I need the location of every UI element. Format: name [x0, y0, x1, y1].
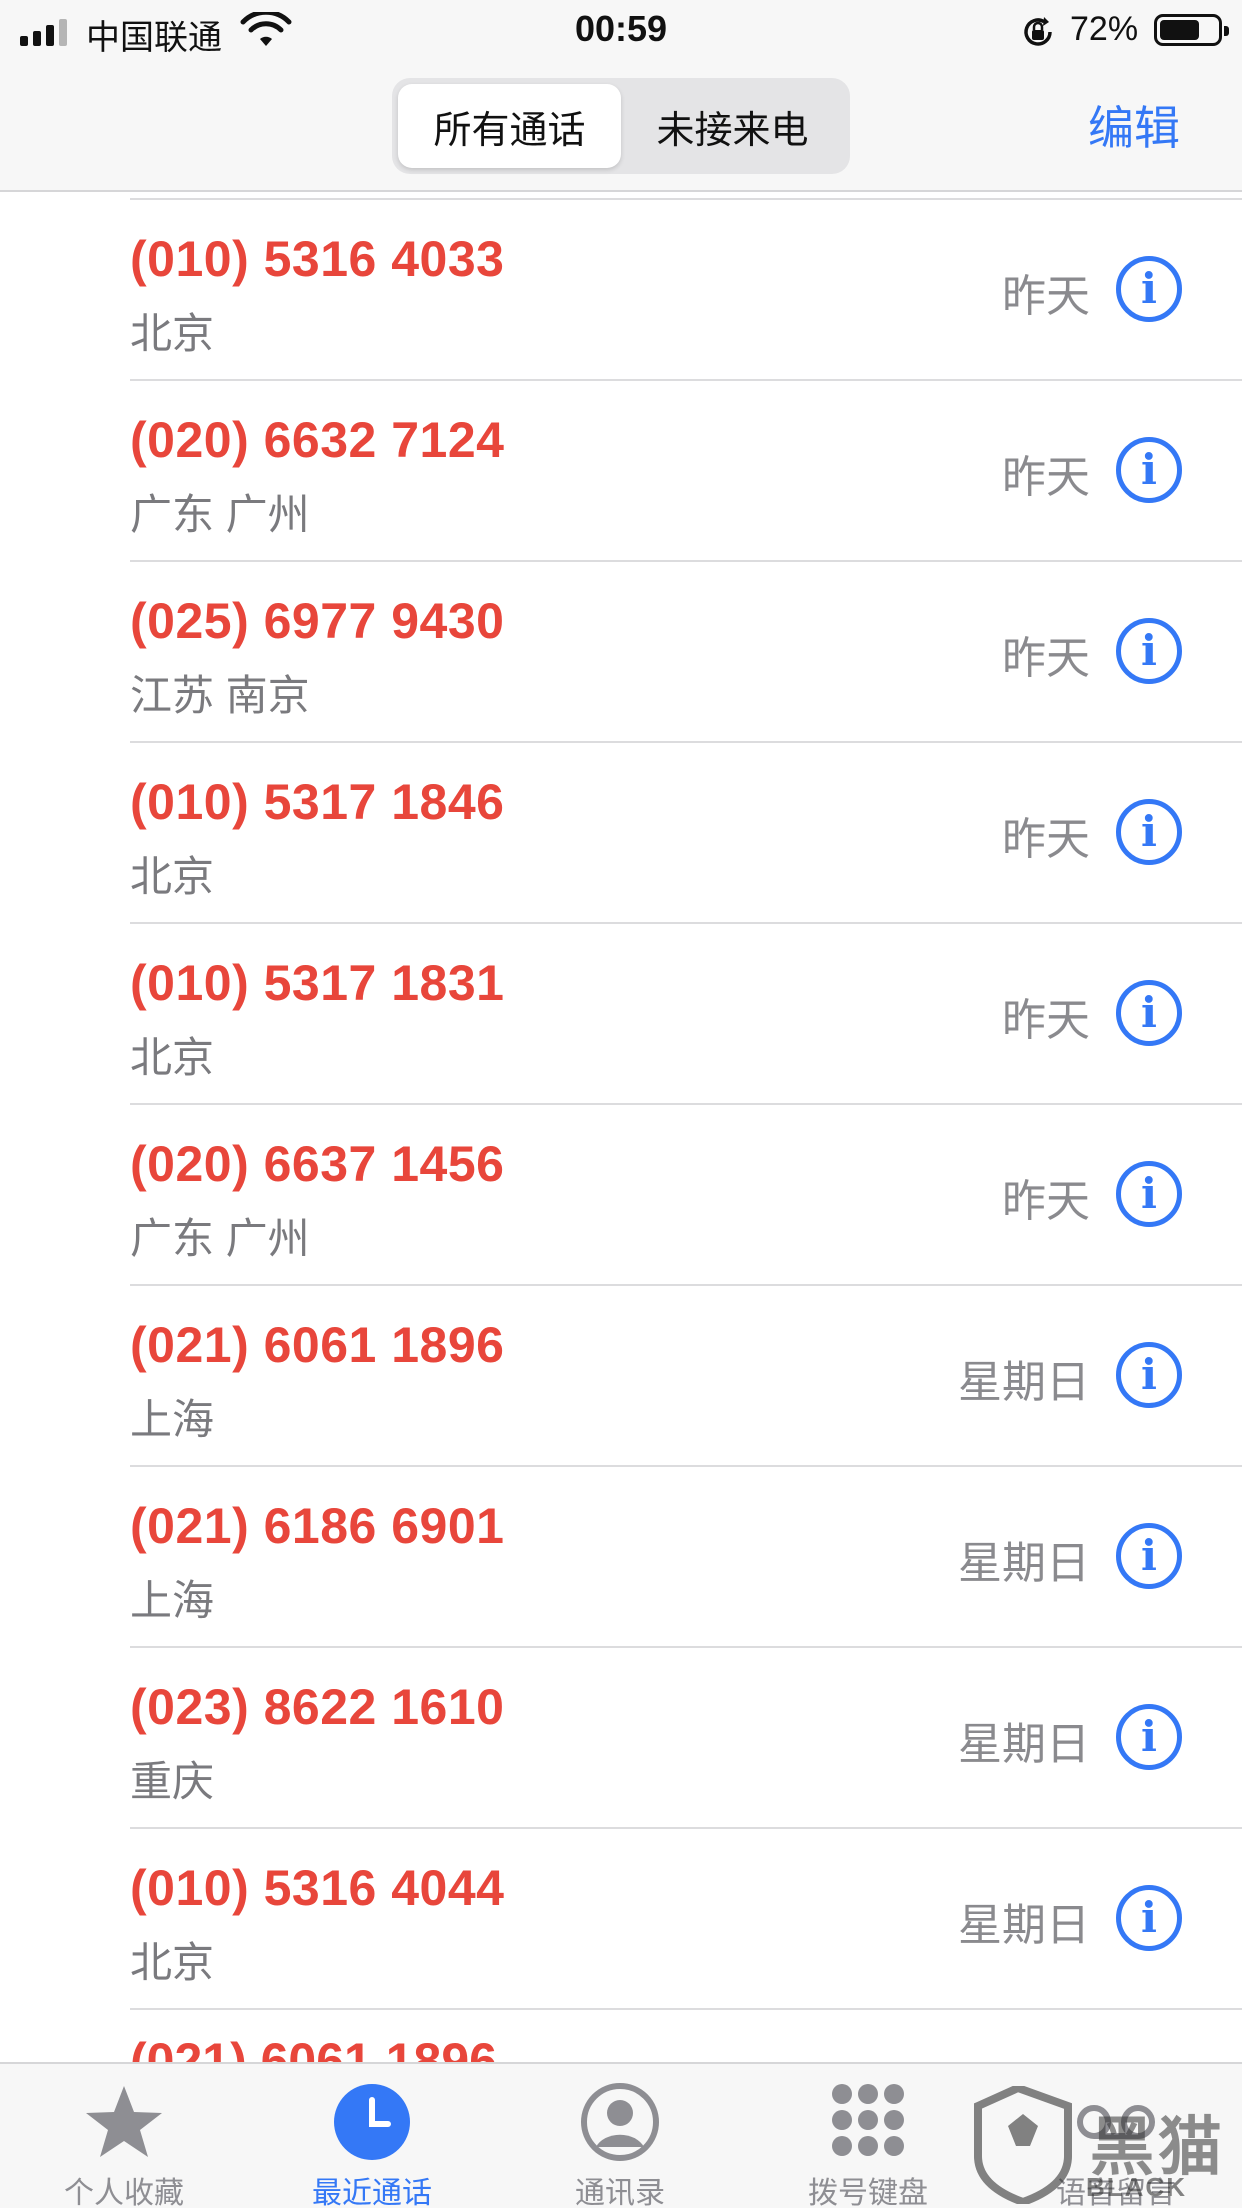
info-glyph: i — [1141, 1350, 1157, 1399]
call-number: (010) 5316 4044 — [130, 1860, 505, 1916]
call-row[interactable]: (010) 5316 4044 北京 星期日 i — [0, 1829, 1242, 2010]
call-row[interactable]: (020) 6637 1456 广东 广州 昨天 i — [0, 1105, 1242, 1286]
call-location: 北京 — [130, 310, 215, 357]
tab-keypad[interactable]: 拨号键盘 — [768, 2078, 968, 2208]
info-icon[interactable]: i — [1116, 1885, 1182, 1951]
call-row[interactable]: (010) 5317 1846 北京 昨天 i — [0, 743, 1242, 924]
clock-icon — [334, 2084, 410, 2160]
call-location: 重庆 — [130, 1758, 215, 1805]
info-icon[interactable]: i — [1116, 256, 1182, 322]
keypad-icon — [832, 2084, 904, 2156]
call-time: 昨天 — [1002, 1177, 1090, 1226]
call-number: (020) 6632 7124 — [130, 412, 505, 468]
call-row[interactable]: (025) 6977 9430 江苏 南京 昨天 i — [0, 562, 1242, 743]
call-number: (010) 5317 1846 — [130, 774, 505, 830]
info-icon[interactable]: i — [1116, 1161, 1182, 1227]
tab-recents[interactable]: 最近通话 — [272, 2078, 472, 2208]
call-location: 北京 — [130, 853, 215, 900]
segment-all-calls[interactable]: 所有通话 — [398, 84, 621, 168]
call-row[interactable]: (010) 5317 1831 北京 昨天 i — [0, 924, 1242, 1105]
call-time: 昨天 — [1002, 634, 1090, 683]
call-location: 北京 — [130, 1034, 215, 1081]
tab-label: 最近通话 — [312, 2177, 432, 2208]
battery-cap — [1224, 26, 1229, 36]
call-number: (025) 6977 9430 — [130, 593, 505, 649]
call-number: (023) 8622 1610 — [130, 1679, 505, 1735]
call-filter-segmented-control: 所有通话 未接来电 — [392, 78, 850, 174]
tab-label: 个人收藏 — [64, 2177, 184, 2208]
info-glyph: i — [1141, 807, 1157, 856]
call-location: 上海 — [130, 1396, 215, 1443]
recent-calls-list[interactable]: (010) 5316 4033 北京 昨天 i (020) 6632 7124 广东 广州… — [0, 192, 1242, 2062]
info-glyph: i — [1141, 626, 1157, 675]
call-row[interactable]: (020) 6632 7124 广东 广州 昨天 i — [0, 381, 1242, 562]
battery-fill — [1160, 20, 1199, 40]
call-number: (021) 6186 6901 — [130, 1498, 505, 1554]
call-time: 昨天 — [1002, 996, 1090, 1045]
nav-bar: 所有通话 未接来电 编辑 — [0, 62, 1242, 192]
info-glyph: i — [1141, 1531, 1157, 1580]
tab-label: 通讯录 — [575, 2177, 665, 2208]
tab-contacts[interactable]: 通讯录 — [520, 2078, 720, 2208]
call-time: 星期日 — [958, 1901, 1090, 1950]
status-bar: 中国联通 00:59 72% — [0, 0, 1242, 62]
info-icon[interactable]: i — [1116, 618, 1182, 684]
call-row[interactable]: (010) 5316 4033 北京 昨天 i — [0, 200, 1242, 381]
call-row-partial[interactable]: (021) 6061 1896 — [0, 2010, 1242, 2062]
call-number: (010) 5316 4033 — [130, 231, 505, 287]
info-glyph: i — [1141, 988, 1157, 1037]
info-icon[interactable]: i — [1116, 1523, 1182, 1589]
edit-button[interactable]: 编辑 — [1088, 92, 1180, 158]
info-icon[interactable]: i — [1116, 799, 1182, 865]
call-location: 上海 — [130, 1577, 215, 1624]
call-time: 星期日 — [958, 1358, 1090, 1407]
call-row[interactable]: (021) 6061 1896 上海 星期日 i — [0, 1286, 1242, 1467]
info-glyph: i — [1141, 1893, 1157, 1942]
call-time: 昨天 — [1002, 272, 1090, 321]
star-icon — [86, 2086, 162, 2157]
call-number: (021) 6061 1896 — [130, 2033, 497, 2062]
call-row[interactable]: (021) 6186 6901 上海 星期日 i — [0, 1467, 1242, 1648]
info-icon[interactable]: i — [1116, 980, 1182, 1046]
battery-icon — [1154, 14, 1229, 46]
watermark-subtext: BLACK CAT — [1086, 2172, 1187, 2208]
info-glyph: i — [1141, 1169, 1157, 1218]
call-location: 广东 广州 — [130, 1215, 310, 1262]
call-location: 广东 广州 — [130, 491, 310, 538]
list-top-separator — [0, 192, 1242, 200]
info-glyph: i — [1141, 445, 1157, 494]
call-number: (021) 6061 1896 — [130, 1317, 505, 1373]
call-number: (020) 6637 1456 — [130, 1136, 505, 1192]
battery-percent: 72% — [1070, 10, 1139, 48]
orientation-lock-icon — [1024, 17, 1052, 46]
tab-favorites[interactable]: 个人收藏 — [24, 2078, 224, 2208]
tab-label: 拨号键盘 — [808, 2177, 928, 2208]
info-icon[interactable]: i — [1116, 1342, 1182, 1408]
call-time: 星期日 — [958, 1539, 1090, 1588]
segment-missed-calls[interactable]: 未接来电 — [621, 84, 844, 168]
info-glyph: i — [1141, 264, 1157, 313]
info-glyph: i — [1141, 1712, 1157, 1761]
call-location: 江苏 南京 — [130, 672, 310, 719]
call-location: 北京 — [130, 1939, 215, 1986]
call-time: 昨天 — [1002, 453, 1090, 502]
info-icon[interactable]: i — [1116, 437, 1182, 503]
call-number: (010) 5317 1831 — [130, 955, 505, 1011]
call-time: 星期日 — [958, 1720, 1090, 1769]
call-row[interactable]: (023) 8622 1610 重庆 星期日 i — [0, 1648, 1242, 1829]
person-circle-icon — [581, 2083, 659, 2161]
call-time: 昨天 — [1002, 815, 1090, 864]
info-icon[interactable]: i — [1116, 1704, 1182, 1770]
